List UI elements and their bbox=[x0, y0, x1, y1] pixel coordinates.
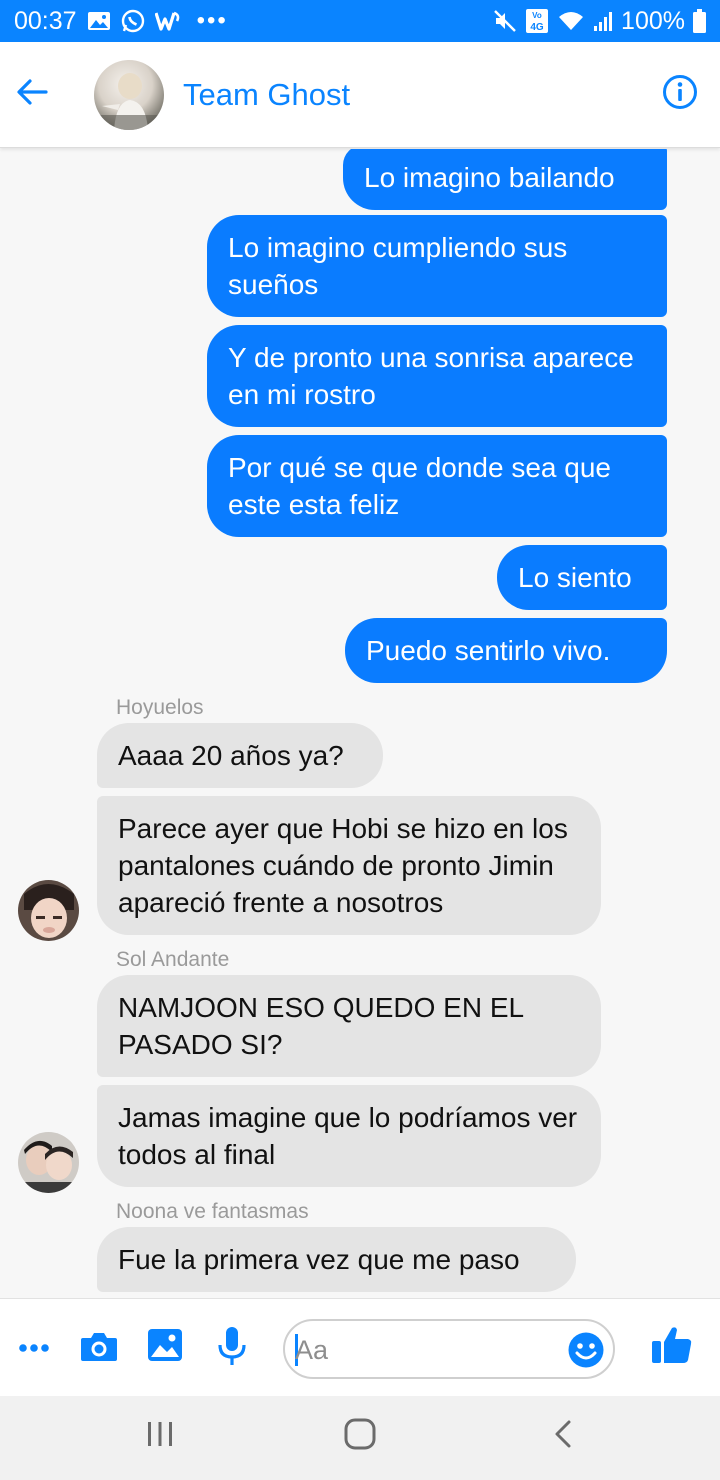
outgoing-message[interactable]: Por qué se que donde sea que este esta f… bbox=[207, 435, 667, 537]
camera-button[interactable] bbox=[78, 1327, 120, 1369]
status-time: 00:37 bbox=[14, 6, 77, 35]
voice-record-button[interactable] bbox=[212, 1325, 252, 1371]
outgoing-message[interactable]: Lo imagino cumpliendo sus sueños bbox=[207, 215, 667, 317]
wifi-icon bbox=[557, 10, 585, 32]
conversation-title[interactable]: Team Ghost bbox=[183, 77, 350, 113]
whatsapp-notification-icon bbox=[121, 9, 145, 33]
recents-button[interactable] bbox=[140, 1416, 180, 1456]
outgoing-message[interactable]: Y de pronto una sonrisa aparece en mi ro… bbox=[207, 325, 667, 427]
battery-icon bbox=[693, 9, 706, 33]
image-icon bbox=[147, 1328, 183, 1367]
thumbs-up-icon bbox=[651, 1325, 693, 1370]
back-button[interactable] bbox=[2, 65, 62, 125]
system-navigation-bar bbox=[0, 1396, 720, 1480]
more-icon bbox=[18, 1340, 50, 1358]
mute-icon bbox=[493, 9, 517, 33]
sender-avatar[interactable] bbox=[18, 1132, 79, 1193]
more-notifications-icon: ••• bbox=[196, 7, 228, 34]
more-actions-button[interactable] bbox=[14, 1329, 54, 1369]
message-list[interactable]: Lo imagino bailando Lo imagino cumpliend… bbox=[0, 149, 720, 1297]
w-app-notification-icon bbox=[154, 11, 181, 31]
incoming-message[interactable]: Parece ayer que Hobi se hizo en los pant… bbox=[97, 796, 601, 935]
home-icon bbox=[344, 1418, 376, 1455]
incoming-message[interactable]: Jamas imagine que lo podríamos ver todos… bbox=[97, 1085, 601, 1187]
chevron-left-icon bbox=[553, 1419, 573, 1454]
emoji-button[interactable] bbox=[567, 1331, 605, 1369]
message-input-container[interactable] bbox=[283, 1319, 615, 1379]
volte-4g-icon: Vo 4G bbox=[525, 8, 549, 34]
outgoing-message[interactable]: Puedo sentirlo vivo. bbox=[345, 618, 667, 683]
emoji-icon bbox=[567, 1332, 605, 1373]
sender-avatar[interactable] bbox=[18, 880, 79, 941]
info-button[interactable] bbox=[660, 75, 700, 115]
svg-text:4G: 4G bbox=[530, 22, 544, 33]
gallery-notification-icon bbox=[87, 10, 111, 32]
outgoing-message[interactable]: Lo imagino bailando bbox=[343, 149, 667, 210]
sender-name: Hoyuelos bbox=[116, 696, 204, 719]
message-composer bbox=[0, 1298, 720, 1396]
recents-icon bbox=[146, 1421, 174, 1452]
incoming-message[interactable]: Fue la primera vez que me paso bbox=[97, 1227, 576, 1292]
incoming-message[interactable]: NAMJOON ESO QUEDO EN EL PASADO SI? bbox=[97, 975, 601, 1077]
group-avatar[interactable] bbox=[94, 59, 164, 130]
message-input[interactable] bbox=[295, 1331, 565, 1369]
sender-name: Sol Andante bbox=[116, 948, 230, 971]
conversation-header: Team Ghost bbox=[0, 42, 720, 148]
incoming-message[interactable]: Aaaa 20 años ya? bbox=[97, 723, 383, 788]
microphone-icon bbox=[217, 1326, 247, 1371]
svg-text:Vo: Vo bbox=[532, 11, 542, 20]
status-bar: 00:37 ••• Vo 4G 100% bbox=[0, 0, 720, 42]
battery-percent: 100% bbox=[621, 6, 685, 35]
signal-icon bbox=[593, 10, 613, 32]
info-icon bbox=[662, 74, 698, 115]
like-button[interactable] bbox=[648, 1325, 696, 1369]
sender-name: Noona ve fantasmas bbox=[116, 1200, 309, 1223]
camera-icon bbox=[80, 1330, 118, 1367]
gallery-button[interactable] bbox=[145, 1327, 185, 1367]
outgoing-message[interactable]: Lo siento bbox=[497, 545, 667, 610]
system-back-button[interactable] bbox=[546, 1416, 580, 1456]
home-button[interactable] bbox=[340, 1416, 380, 1456]
back-arrow-icon bbox=[16, 78, 48, 111]
